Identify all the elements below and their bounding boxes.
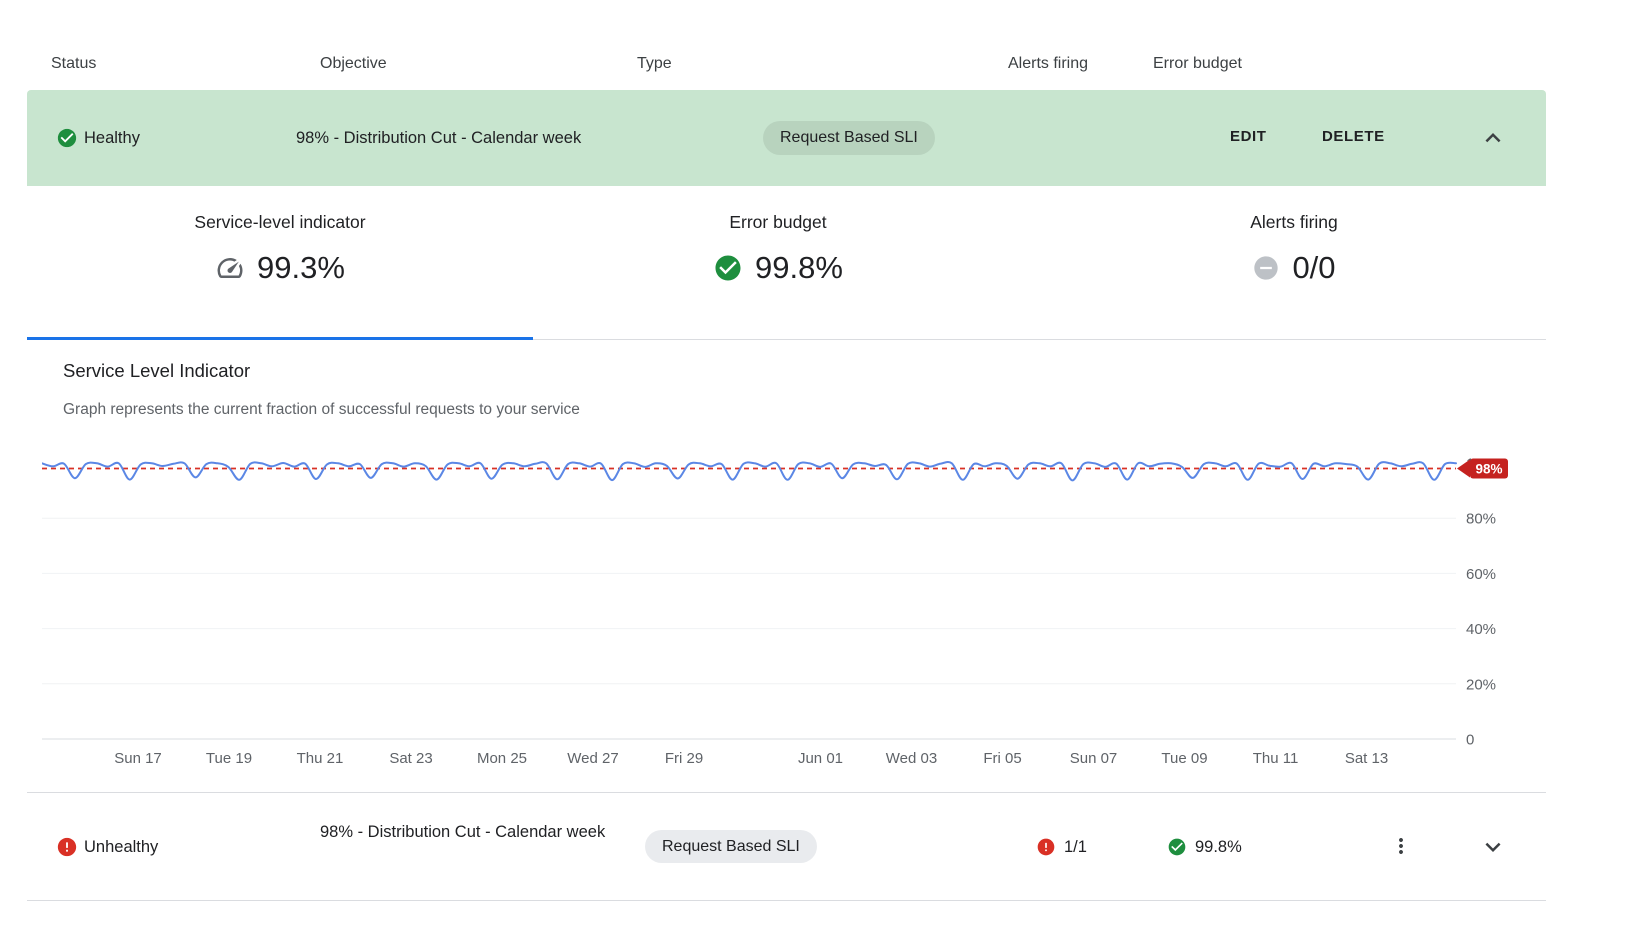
x-tick-label: Tue 19 [206,750,252,767]
error-budget-metric-value: 99.8% [755,250,843,286]
type-chip: Request Based SLI [763,121,935,155]
x-tick-label: Sun 07 [1070,750,1118,767]
sli-chart: 100%80%60%40%20%0Sun 17Tue 19Thu 21Sat 2… [42,438,1515,773]
slo-row-healthy[interactable]: Healthy 98% - Distribution Cut - Calenda… [27,90,1546,186]
bottom-divider [27,900,1546,901]
unhealthy-error-icon [56,836,78,858]
type-chip-label: Request Based SLI [780,129,918,147]
y-tick-label: 20% [1466,676,1496,693]
healthy-check-circle-icon [56,127,78,149]
alert-error-icon [1036,837,1056,857]
type-chip-label: Request Based SLI [662,838,800,856]
x-tick-label: Sat 23 [389,750,432,767]
edit-button[interactable]: EDIT [1230,126,1267,148]
metric-error-budget: Error budget 99.8% [598,212,958,286]
error-budget-check-icon [1167,837,1187,857]
error-budget-metric-value-row: 99.8% [598,250,958,286]
x-tick-label: Wed 27 [567,750,618,767]
type-chip: Request Based SLI [645,830,817,863]
x-tick-label: Fri 05 [983,750,1021,767]
y-tick-label: 60% [1466,566,1496,583]
chart-subtitle: Graph represents the current fraction of… [63,401,580,419]
sli-chart-svg: 100%80%60%40%20%0Sun 17Tue 19Thu 21Sat 2… [42,438,1515,773]
y-tick-label: 0 [1466,732,1474,749]
unhealthy-objective-text: 98% - Distribution Cut - Calendar week [320,817,612,847]
x-tick-label: Jun 01 [798,750,843,767]
column-header-objective: Objective [320,55,387,73]
sli-metric-value: 99.3% [257,250,345,286]
y-tick-label: 80% [1466,511,1496,528]
chevron-up-icon [1478,141,1508,156]
more-vert-icon [1389,846,1413,861]
column-header-error-budget: Error budget [1153,55,1242,73]
column-header-status: Status [51,55,96,73]
x-tick-label: Sat 13 [1345,750,1388,767]
expand-row-button[interactable] [1478,832,1508,862]
error-budget-value: 99.8% [1195,836,1242,858]
alerts-metric-value-row: 0/0 [1114,250,1474,286]
healthy-objective-text: 98% - Distribution Cut - Calendar week [296,127,581,149]
sli-metric-label: Service-level indicator [100,212,460,233]
alerts-metric-label: Alerts firing [1114,212,1474,233]
check-circle-icon [713,253,743,283]
metric-alerts-firing: Alerts firing 0/0 [1114,212,1474,286]
active-tab-indicator[interactable] [27,337,533,340]
collapse-row-button[interactable] [1478,123,1508,153]
y-tick-label: 40% [1466,621,1496,638]
x-tick-label: Wed 03 [886,750,937,767]
chart-title: Service Level Indicator [63,360,250,382]
sli-line [42,462,1456,480]
column-header-alerts-firing: Alerts firing [1008,55,1088,73]
chevron-down-icon [1478,850,1508,865]
threshold-badge-label: 98% [1475,462,1502,477]
gauge-icon [215,253,245,283]
row-overflow-menu-button[interactable] [1389,834,1413,858]
x-tick-label: Thu 21 [297,750,344,767]
x-tick-label: Fri 29 [665,750,703,767]
column-header-type: Type [637,55,672,73]
x-tick-label: Thu 11 [1253,750,1299,767]
do-not-disturb-icon [1252,254,1280,282]
alerts-metric-value: 0/0 [1292,250,1335,286]
healthy-status-label: Healthy [84,127,140,149]
error-budget-metric-label: Error budget [598,212,958,233]
metric-service-level-indicator: Service-level indicator 99.3% [100,212,460,286]
threshold-badge-arrow [1457,460,1470,478]
x-tick-label: Mon 25 [477,750,527,767]
slo-list-page: Status Objective Type Alerts firing Erro… [0,0,1640,948]
slo-row-unhealthy[interactable]: Unhealthy 98% - Distribution Cut - Calen… [27,793,1546,900]
x-tick-label: Tue 09 [1161,750,1207,767]
alerts-firing-count: 1/1 [1064,836,1087,858]
delete-button[interactable]: DELETE [1322,126,1385,148]
unhealthy-status-label: Unhealthy [84,836,158,858]
sli-metric-value-row: 99.3% [100,250,460,286]
x-tick-label: Sun 17 [114,750,162,767]
